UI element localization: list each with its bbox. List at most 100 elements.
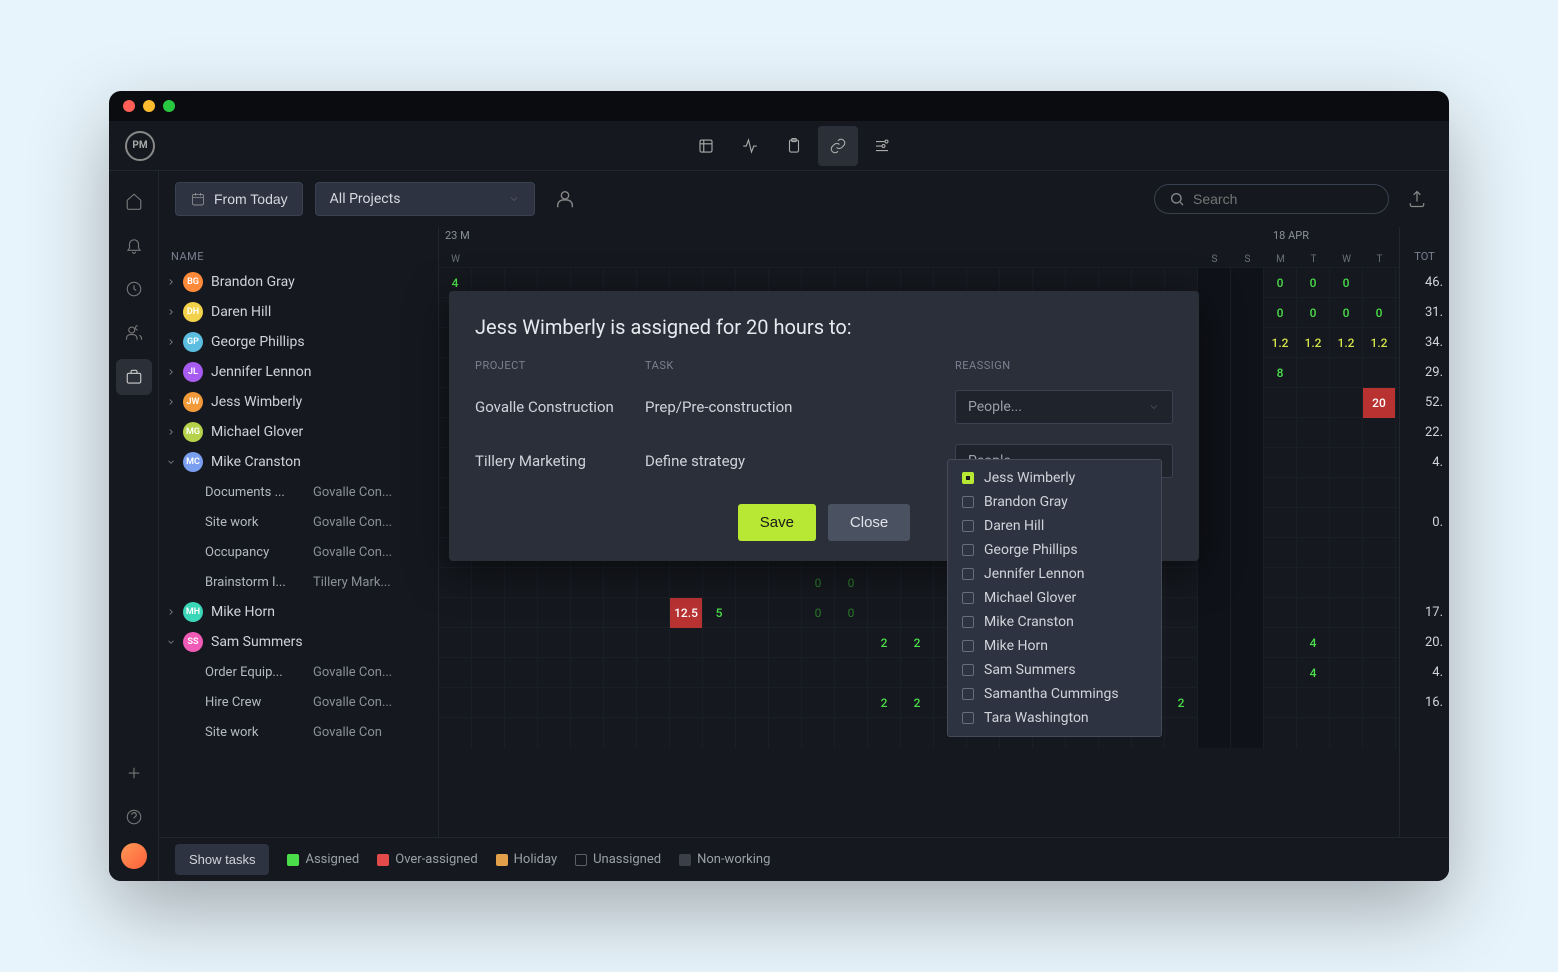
day-cell[interactable]: 2 [868, 688, 901, 718]
close-window-icon[interactable] [123, 100, 135, 112]
day-cell[interactable] [670, 568, 703, 598]
day-cell[interactable] [1198, 598, 1231, 628]
day-cell[interactable] [472, 628, 505, 658]
day-cell[interactable] [439, 718, 472, 748]
checkbox-icon[interactable] [962, 520, 974, 532]
day-cell[interactable] [472, 658, 505, 688]
day-cell[interactable] [802, 628, 835, 658]
checkbox-icon[interactable] [962, 496, 974, 508]
day-cell[interactable] [604, 598, 637, 628]
day-cell[interactable] [472, 598, 505, 628]
day-cell[interactable] [769, 568, 802, 598]
day-cell[interactable]: 2 [868, 628, 901, 658]
day-cell[interactable] [1363, 478, 1396, 508]
day-cell[interactable] [1231, 388, 1264, 418]
briefcase-icon[interactable] [116, 359, 152, 395]
day-cell[interactable] [1198, 448, 1231, 478]
day-cell[interactable] [1231, 508, 1264, 538]
day-cell[interactable] [505, 628, 538, 658]
day-cell[interactable] [736, 628, 769, 658]
day-cell[interactable] [1231, 598, 1264, 628]
day-cell[interactable] [1198, 628, 1231, 658]
day-cell[interactable] [1363, 718, 1396, 748]
dropdown-item[interactable]: Samantha Cummings [948, 682, 1161, 706]
checkbox-icon[interactable] [962, 640, 974, 652]
day-cell[interactable] [703, 568, 736, 598]
day-cell[interactable] [1231, 418, 1264, 448]
day-cell[interactable] [538, 598, 571, 628]
chevron-right-icon[interactable] [163, 304, 179, 320]
day-cell[interactable] [703, 718, 736, 748]
day-cell[interactable] [1231, 268, 1264, 298]
day-cell[interactable] [1363, 688, 1396, 718]
task-row[interactable]: Site workGovalle Con... [159, 507, 438, 537]
day-cell[interactable] [571, 658, 604, 688]
day-cell[interactable] [1198, 538, 1231, 568]
day-cell[interactable] [736, 568, 769, 598]
day-cell[interactable] [1297, 568, 1330, 598]
day-cell[interactable] [736, 658, 769, 688]
day-cell[interactable] [1264, 448, 1297, 478]
chevron-right-icon[interactable] [163, 424, 179, 440]
day-cell[interactable] [1330, 508, 1363, 538]
day-cell[interactable] [538, 568, 571, 598]
day-cell[interactable] [571, 568, 604, 598]
day-cell[interactable] [571, 628, 604, 658]
person-row[interactable]: MHMike Horn [159, 597, 438, 627]
day-cell[interactable] [1231, 628, 1264, 658]
day-cell[interactable] [637, 658, 670, 688]
day-cell[interactable] [472, 718, 505, 748]
task-row[interactable]: Site workGovalle Con [159, 717, 438, 747]
day-cell[interactable] [1297, 418, 1330, 448]
checkbox-icon[interactable] [962, 544, 974, 556]
day-cell[interactable] [1198, 298, 1231, 328]
day-cell[interactable] [670, 658, 703, 688]
day-cell[interactable]: 1.2 [1297, 328, 1330, 358]
person-row[interactable]: BGBrandon Gray [159, 267, 438, 297]
day-cell[interactable] [604, 628, 637, 658]
day-cell[interactable] [1264, 718, 1297, 748]
day-cell[interactable] [1165, 658, 1198, 688]
day-cell[interactable] [1330, 658, 1363, 688]
day-cell[interactable] [1363, 418, 1396, 448]
day-cell[interactable] [1231, 298, 1264, 328]
checkbox-icon[interactable] [962, 592, 974, 604]
person-row[interactable]: MCMike Cranston [159, 447, 438, 477]
day-cell[interactable] [538, 658, 571, 688]
day-cell[interactable] [1231, 358, 1264, 388]
chevron-right-icon[interactable] [163, 364, 179, 380]
day-cell[interactable] [1330, 388, 1363, 418]
day-cell[interactable] [703, 628, 736, 658]
day-cell[interactable] [1363, 268, 1396, 298]
day-cell[interactable]: 12.5 [670, 598, 703, 628]
checkbox-icon[interactable] [962, 688, 974, 700]
day-cell[interactable] [1363, 358, 1396, 388]
day-cell[interactable] [835, 718, 868, 748]
day-cell[interactable]: 1.2 [1264, 328, 1297, 358]
day-cell[interactable]: 2 [901, 628, 934, 658]
show-tasks-button[interactable]: Show tasks [175, 844, 269, 875]
day-cell[interactable]: 0 [835, 568, 868, 598]
chevron-down-icon[interactable] [163, 454, 179, 470]
day-cell[interactable] [1363, 448, 1396, 478]
share-icon[interactable] [1401, 183, 1433, 215]
day-cell[interactable] [670, 718, 703, 748]
day-cell[interactable] [1330, 358, 1363, 388]
search-field[interactable] [1193, 191, 1374, 207]
day-cell[interactable] [439, 568, 472, 598]
day-cell[interactable] [868, 568, 901, 598]
day-cell[interactable] [505, 718, 538, 748]
person-row[interactable]: JLJennifer Lennon [159, 357, 438, 387]
day-cell[interactable] [1231, 568, 1264, 598]
day-cell[interactable] [1264, 418, 1297, 448]
day-cell[interactable] [1297, 508, 1330, 538]
checkbox-icon[interactable] [962, 472, 974, 484]
task-row[interactable]: Hire CrewGovalle Con... [159, 687, 438, 717]
day-cell[interactable] [1198, 718, 1231, 748]
dropdown-item[interactable]: Daren Hill [948, 514, 1161, 538]
people-select[interactable]: People... [955, 390, 1173, 424]
day-cell[interactable] [538, 628, 571, 658]
day-cell[interactable] [1363, 508, 1396, 538]
day-cell[interactable] [637, 688, 670, 718]
day-cell[interactable] [571, 718, 604, 748]
